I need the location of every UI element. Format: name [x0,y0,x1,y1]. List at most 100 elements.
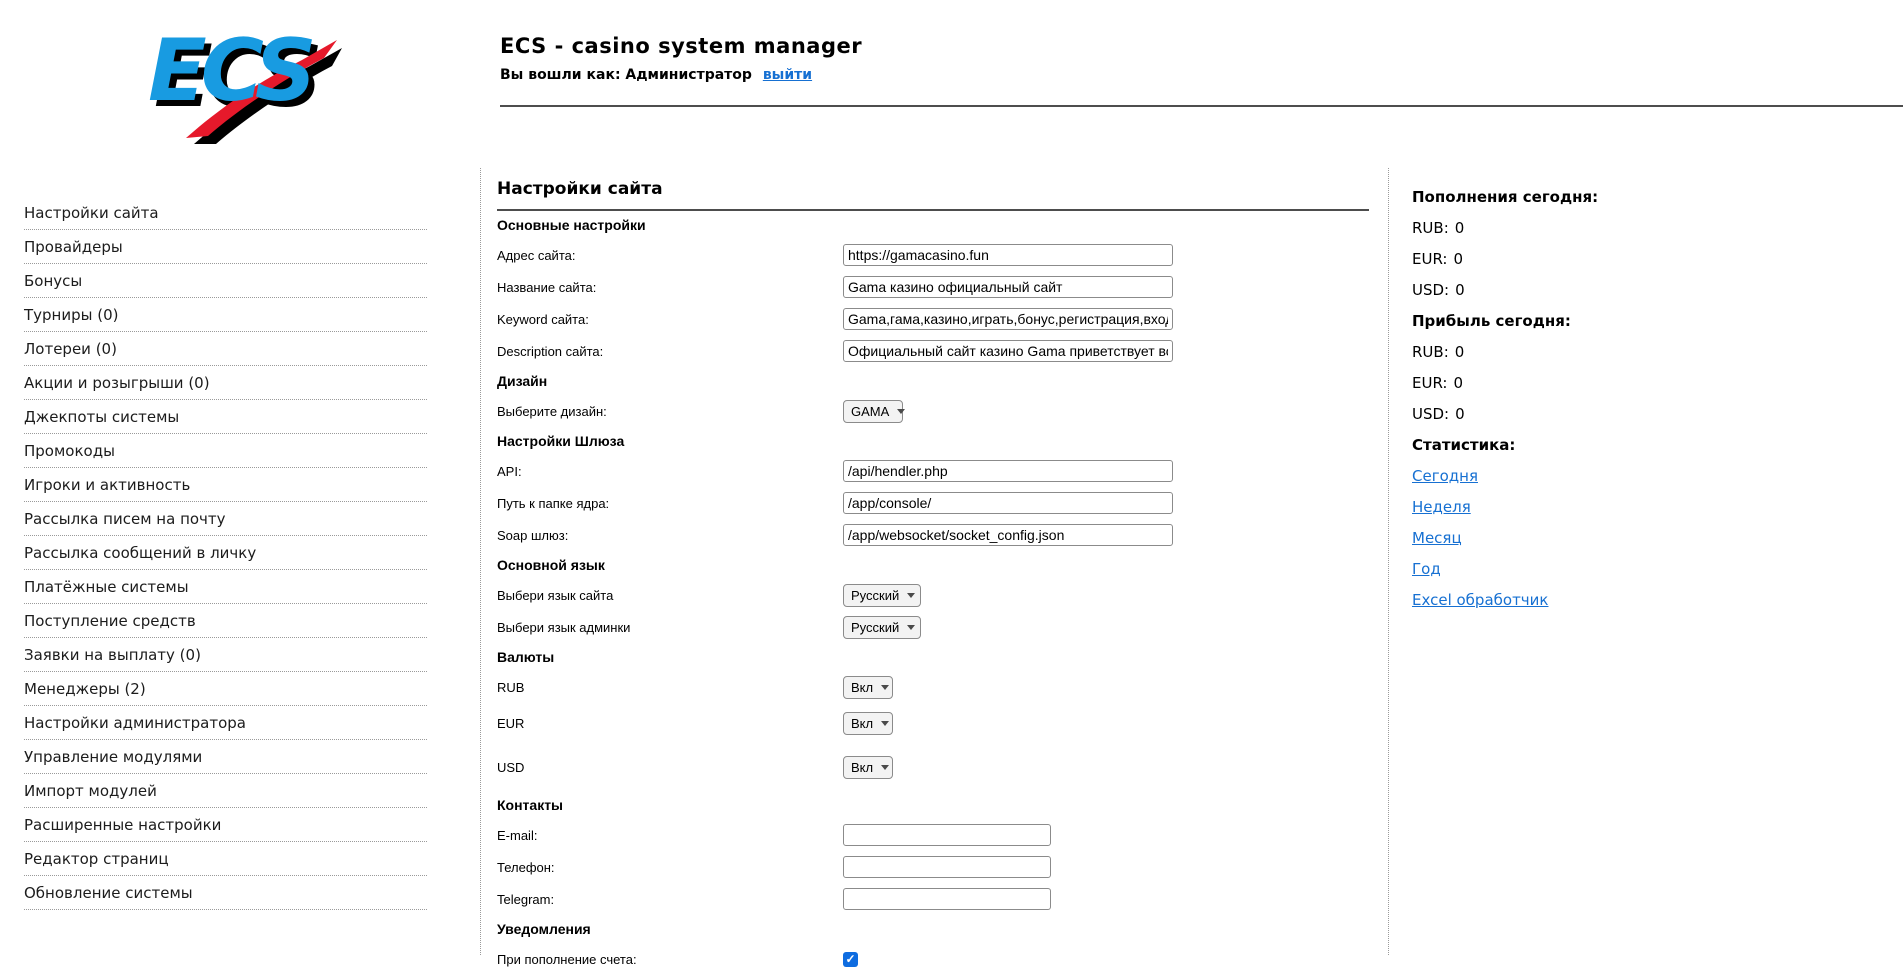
form-row: При пополнение счета: [497,943,1369,975]
design-select[interactable]: GAMA [843,400,903,423]
section-notifications: Уведомления [497,921,591,937]
deposit-notify-checkbox[interactable] [843,952,858,967]
form-row: Название сайта: [497,271,1369,303]
ecs-logo: ECS ECS [138,10,343,148]
stats-link-week[interactable]: Неделя [1412,498,1471,516]
design-select-value: GAMA [851,404,889,419]
sidebar-item-players[interactable]: Игроки и активность [24,468,427,502]
form-row: Telegram: [497,883,1369,915]
usd-select-value: Вкл [851,760,873,775]
sidebar-item-jackpots[interactable]: Джекпоты системы [24,400,427,434]
sidebar-item-promocodes[interactable]: Промокоды [24,434,427,468]
telegram-input[interactable] [843,888,1051,910]
site-address-input[interactable] [843,244,1173,266]
chevron-down-icon [907,593,915,598]
sidebar-item-page-editor[interactable]: Редактор страниц [24,842,427,876]
chevron-down-icon [897,409,905,414]
chevron-down-icon [881,721,889,726]
deposit-notify-label: При пополнение счета: [497,952,843,967]
stats-link-excel[interactable]: Excel обработчик [1412,591,1548,609]
form-row: Soap шлюз: [497,519,1369,551]
sidebar-item-tournaments[interactable]: Турниры (0) [24,298,427,332]
usd-select[interactable]: Вкл [843,756,893,779]
stats-panel: Пополнения сегодня: RUB: 0 EUR: 0 USD: 0… [1412,181,1712,615]
sidebar-item-payment-systems[interactable]: Платёжные системы [24,570,427,604]
sidebar-item-lotteries[interactable]: Лотереи (0) [24,332,427,366]
deposit-eur: EUR: 0 [1412,243,1712,274]
rub-select[interactable]: Вкл [843,676,893,699]
sidebar-item-admin-settings[interactable]: Настройки администратора [24,706,427,740]
page-title: Настройки сайта [497,178,1369,200]
admin-lang-select-value: Русский [851,620,899,635]
section-design: Дизайн [497,373,547,389]
sidebar-item-email-mailing[interactable]: Рассылка писем на почту [24,502,427,536]
soap-label: Soap шлюз: [497,528,843,543]
form-row: RUB Вкл [497,671,1369,703]
soap-input[interactable] [843,524,1173,546]
sidebar-item-providers[interactable]: Провайдеры [24,230,427,264]
sidebar-item-bonuses[interactable]: Бонусы [24,264,427,298]
section-contacts: Контакты [497,797,563,813]
site-keyword-input[interactable] [843,308,1173,330]
core-path-label: Путь к папке ядра: [497,496,843,511]
form-row: Телефон: [497,851,1369,883]
stats-title: Статистика: [1412,429,1712,460]
sidebar-item-pm-mailing[interactable]: Рассылка сообщений в личку [24,536,427,570]
section-currencies: Валюты [497,649,554,665]
core-path-input[interactable] [843,492,1173,514]
sidebar-main-divider [480,168,481,955]
site-name-input[interactable] [843,276,1173,298]
sidebar-item-incoming-funds[interactable]: Поступление средств [24,604,427,638]
sidebar-item-module-import[interactable]: Импорт модулей [24,774,427,808]
site-name-label: Название сайта: [497,280,843,295]
profit-today-title: Прибыль сегодня: [1412,305,1712,336]
site-lang-select[interactable]: Русский [843,584,921,607]
stats-link-year[interactable]: Год [1412,560,1441,578]
sidebar-item-site-settings[interactable]: Настройки сайта [24,196,427,230]
telegram-label: Telegram: [497,892,843,907]
phone-input[interactable] [843,856,1051,878]
sidebar-item-system-update[interactable]: Обновление системы [24,876,427,910]
email-label: E-mail: [497,828,843,843]
profit-rub: RUB: 0 [1412,336,1712,367]
login-status: Вы вошли как: Администратор выйти [500,67,862,83]
section-basic-settings: Основные настройки [497,217,646,233]
form-row: EUR Вкл [497,703,1369,743]
site-lang-select-value: Русский [851,588,899,603]
deposit-rub: RUB: 0 [1412,212,1712,243]
app-title: ECS - casino system manager [500,34,862,58]
email-input[interactable] [843,824,1051,846]
sidebar-item-managers[interactable]: Менеджеры (2) [24,672,427,706]
form-row: Description сайта: [497,335,1369,367]
section-gateway: Настройки Шлюза [497,433,624,449]
stats-link-today[interactable]: Сегодня [1412,467,1478,485]
site-address-label: Адрес сайта: [497,248,843,263]
eur-select[interactable]: Вкл [843,712,893,735]
sidebar-item-payout-requests[interactable]: Заявки на выплату (0) [24,638,427,672]
chevron-down-icon [881,765,889,770]
sidebar-item-module-manage[interactable]: Управление модулями [24,740,427,774]
form-row: Путь к папке ядра: [497,487,1369,519]
form-row: USD Вкл [497,743,1369,791]
eur-select-value: Вкл [851,716,873,731]
stats-link-month[interactable]: Месяц [1412,529,1462,547]
login-label: Вы вошли как: Администратор [500,67,752,83]
section-language: Основной язык [497,557,605,573]
site-description-input[interactable] [843,340,1173,362]
deposits-today-title: Пополнения сегодня: [1412,181,1712,212]
api-input[interactable] [843,460,1173,482]
admin-lang-select[interactable]: Русский [843,616,921,639]
logout-link[interactable]: выйти [763,67,812,83]
form-row: E-mail: [497,819,1369,851]
main-stats-divider [1388,168,1389,955]
deposit-usd: USD: 0 [1412,274,1712,305]
form-row: Выбери язык админки Русский [497,611,1369,643]
form-row: Выберите дизайн: GAMA [497,395,1369,427]
main-content: Настройки сайта Основные настройки Адрес… [497,178,1369,975]
sidebar-item-advanced[interactable]: Расширенные настройки [24,808,427,842]
header-divider [500,105,1903,107]
site-description-label: Description сайта: [497,344,843,359]
site-settings-form: Основные настройки Адрес сайта: Название… [497,211,1369,975]
sidebar-item-promotions[interactable]: Акции и розыгрыши (0) [24,366,427,400]
sidebar: Настройки сайта Провайдеры Бонусы Турнир… [24,196,427,910]
